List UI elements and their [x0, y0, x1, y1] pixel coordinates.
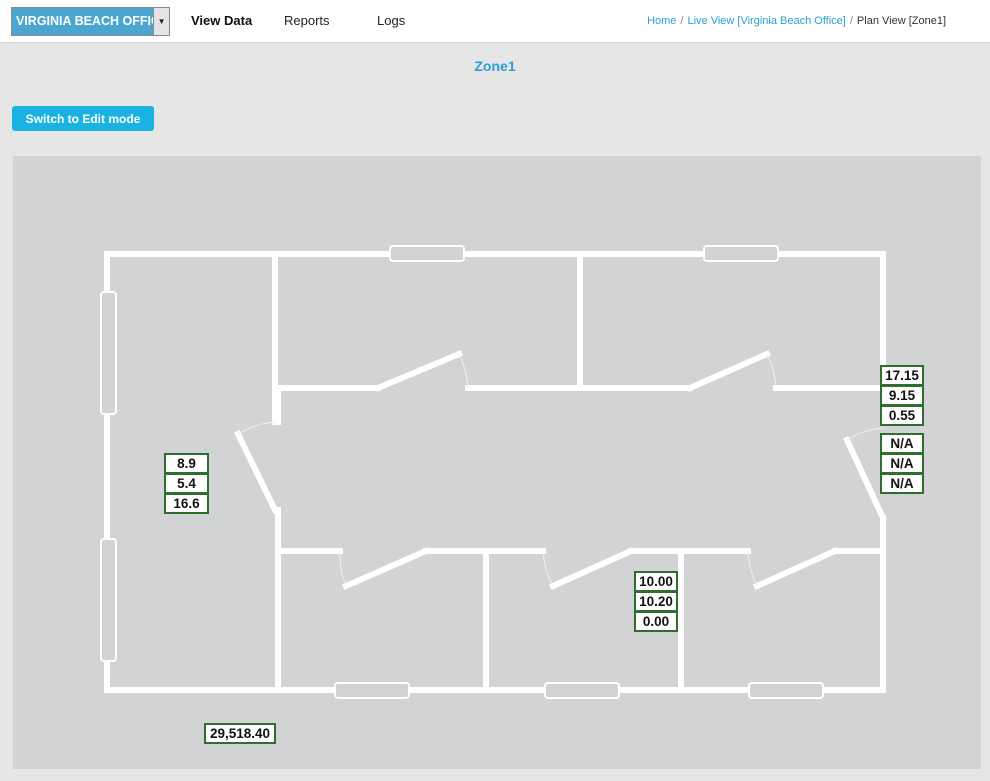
breadcrumb-home[interactable]: Home [647, 15, 676, 27]
sensor-group-right-lower[interactable]: N/A N/A N/A [880, 433, 924, 494]
sensor-value[interactable]: 5.4 [164, 473, 209, 494]
sensor-value[interactable]: 10.00 [634, 571, 678, 592]
zone-title: Zone1 [474, 58, 516, 74]
breadcrumb-separator: / [849, 15, 853, 27]
sensor-value[interactable]: 0.55 [880, 405, 924, 426]
breadcrumb: Home / Live View [Virginia Beach Office] / P… [647, 15, 946, 27]
sensor-value[interactable]: 16.6 [164, 493, 209, 514]
breadcrumb-separator: / [680, 15, 684, 27]
sensor-group-total[interactable]: 29,518.40 [204, 723, 276, 744]
sensor-value[interactable]: N/A [880, 453, 924, 474]
sensor-value[interactable]: 0.00 [634, 611, 678, 632]
top-bar: VIRGINIA BEACH OFFICE ▼ View Data Report… [0, 0, 990, 43]
floor-plan-canvas: 8.9 5.4 16.6 17.15 9.15 0.55 N/A N/A N/A… [13, 156, 981, 769]
floor-plan-drawing [100, 245, 887, 699]
office-selector-label: VIRGINIA BEACH OFFICE [12, 8, 154, 35]
office-selector[interactable]: VIRGINIA BEACH OFFICE ▼ [11, 7, 170, 36]
sensor-group-right-upper[interactable]: 17.15 9.15 0.55 [880, 365, 924, 426]
chevron-down-icon[interactable]: ▼ [153, 8, 169, 35]
sensor-total-value[interactable]: 29,518.40 [204, 723, 276, 744]
nav-logs[interactable]: Logs [377, 13, 405, 28]
sensor-group-left-room[interactable]: 8.9 5.4 16.6 [164, 453, 209, 514]
switch-edit-mode-button[interactable]: Switch to Edit mode [12, 106, 154, 131]
sensor-value[interactable]: 10.20 [634, 591, 678, 612]
sensor-value[interactable]: N/A [880, 433, 924, 454]
nav-reports[interactable]: Reports [284, 13, 330, 28]
sensor-value[interactable]: 8.9 [164, 453, 209, 474]
sensor-value[interactable]: 9.15 [880, 385, 924, 406]
sensor-value[interactable]: 17.15 [880, 365, 924, 386]
nav-view-data[interactable]: View Data [191, 13, 252, 28]
sensor-group-bottom-middle[interactable]: 10.00 10.20 0.00 [634, 571, 678, 632]
breadcrumb-plan-view: Plan View [Zone1] [856, 15, 946, 27]
breadcrumb-live-view[interactable]: Live View [Virginia Beach Office] [687, 15, 845, 27]
sensor-value[interactable]: N/A [880, 473, 924, 494]
